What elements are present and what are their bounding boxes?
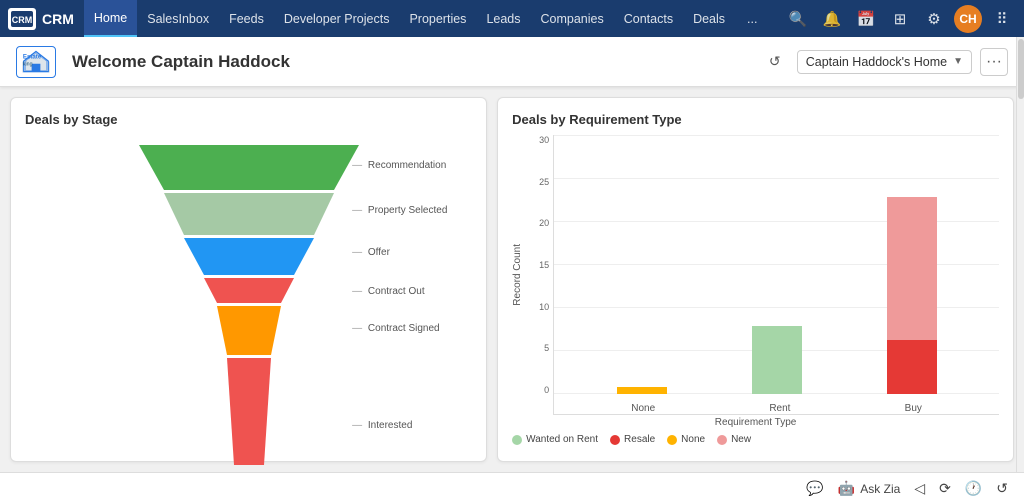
legend-item-none: None: [667, 434, 705, 445]
funnel-label-contract-signed: Contract Signed: [352, 323, 440, 334]
x-label-buy: Buy: [905, 403, 922, 414]
deals-by-req-title: Deals by Requirement Type: [512, 112, 999, 127]
apps-icon[interactable]: ⠿: [988, 5, 1016, 33]
company-logo-image: Estate king: [16, 46, 56, 78]
deals-by-stage-title: Deals by Stage: [25, 112, 472, 127]
bar-segment-buy-new: [887, 197, 937, 340]
nav-menu: Home SalesInbox Feeds Developer Projects…: [84, 0, 784, 37]
nav-logo[interactable]: CRM CRM: [8, 8, 74, 30]
legend-item-wanted-on-rent: Wanted on Rent: [512, 434, 598, 445]
funnel-label-property-selected: Property Selected: [352, 205, 447, 216]
clock-icon: 🕐: [965, 480, 982, 497]
bar-stack-buy: [887, 197, 937, 394]
bar-segment-rent-wanted: [752, 326, 802, 394]
x-axis-title: Requirement Type: [512, 417, 999, 428]
back-icon: ◁: [914, 480, 925, 497]
y-axis-title: Record Count: [512, 244, 523, 306]
ask-zia-button[interactable]: 🤖 Ask Zia: [838, 480, 900, 497]
nav-item-home[interactable]: Home: [84, 0, 137, 37]
options-button[interactable]: ···: [980, 48, 1008, 76]
bar-group-none: [617, 387, 667, 394]
funnel-svg: [109, 135, 389, 465]
legend-color-new: [717, 435, 727, 445]
bar-group-rent: [752, 326, 802, 394]
welcome-message: Welcome Captain Haddock: [72, 52, 761, 72]
footer-bar: 💬 🤖 Ask Zia ◁ ⟳ 🕐 ↺: [0, 472, 1024, 504]
deals-by-req-type-card: Deals by Requirement Type Record Count 0…: [497, 97, 1014, 462]
user-avatar[interactable]: CH: [954, 5, 982, 33]
scrollbar-thumb[interactable]: [1018, 39, 1024, 99]
svg-text:king: king: [23, 61, 33, 67]
nav-item-feeds[interactable]: Feeds: [219, 0, 274, 37]
scrollbar[interactable]: [1016, 37, 1024, 472]
nav-item-more[interactable]: ...: [737, 0, 767, 37]
svg-text:CRM: CRM: [12, 15, 33, 25]
chart-inner: None Rent Buy: [553, 135, 999, 415]
nav-item-developer-projects[interactable]: Developer Projects: [274, 0, 400, 37]
zia-icon: 🤖: [838, 480, 855, 497]
nav-item-properties[interactable]: Properties: [399, 0, 476, 37]
notification-icon[interactable]: 🔔: [818, 5, 846, 33]
nav-item-leads[interactable]: Leads: [476, 0, 530, 37]
chart-legend: Wanted on Rent Resale None New: [512, 434, 999, 445]
crm-logo-icon: CRM: [8, 8, 36, 30]
footer-refresh-button[interactable]: ↺: [996, 480, 1008, 497]
footer-reload-button[interactable]: ⟳: [939, 480, 951, 497]
funnel-label-recommendation: Recommendation: [352, 160, 446, 171]
bar-stack-none: [617, 387, 667, 394]
bars-area: [554, 135, 999, 394]
nav-item-deals[interactable]: Deals: [683, 0, 735, 37]
search-icon[interactable]: 🔍: [784, 5, 812, 33]
company-logo: Estate king: [16, 46, 56, 78]
crm-label: CRM: [42, 11, 74, 27]
bar-group-buy: [887, 197, 937, 394]
bar-stack-rent: [752, 326, 802, 394]
bar-segment-buy-resale: [887, 340, 937, 394]
legend-color-resale: [610, 435, 620, 445]
y-axis-labels: 0 5 10 15 20 25 30: [525, 135, 553, 415]
home-selector-dropdown[interactable]: Captain Haddock's Home ▼: [797, 50, 972, 74]
deals-by-stage-card: Deals by Stage Recommendation: [10, 97, 487, 462]
top-navigation: CRM CRM Home SalesInbox Feeds Developer …: [0, 0, 1024, 37]
chevron-down-icon: ▼: [953, 56, 963, 67]
nav-item-companies[interactable]: Companies: [531, 0, 614, 37]
x-label-none: None: [631, 403, 655, 414]
refresh-button[interactable]: ↺: [761, 48, 789, 76]
x-axis-labels: None Rent Buy: [554, 403, 999, 414]
nav-item-contacts[interactable]: Contacts: [614, 0, 683, 37]
legend-color-none: [667, 435, 677, 445]
grid-icon[interactable]: ⊞: [886, 5, 914, 33]
nav-item-salesinbox[interactable]: SalesInbox: [137, 0, 219, 37]
legend-item-new: New: [717, 434, 751, 445]
chart-area: Record Count 0 5 10 15 20 25 30: [512, 135, 999, 415]
bar-chart: Record Count 0 5 10 15 20 25 30: [512, 135, 999, 445]
refresh2-icon: ↺: [996, 480, 1008, 497]
reload-icon: ⟳: [939, 480, 951, 497]
settings-icon[interactable]: ⚙: [920, 5, 948, 33]
header-bar: Estate king Welcome Captain Haddock ↺ Ca…: [0, 37, 1024, 87]
calendar-icon[interactable]: 📅: [852, 5, 880, 33]
funnel-label-interested: Interested: [352, 420, 412, 431]
funnel-label-contract-out: Contract Out: [352, 286, 424, 297]
funnel-label-offer: Offer: [352, 247, 390, 258]
chat-icon: 💬: [806, 480, 823, 497]
funnel-labels: Recommendation Property Selected Offer C…: [352, 135, 472, 465]
funnel-chart: Recommendation Property Selected Offer C…: [25, 135, 472, 465]
x-label-rent: Rent: [769, 403, 790, 414]
footer-back-button[interactable]: ◁: [914, 480, 925, 497]
footer-chat-icon[interactable]: 💬: [806, 480, 823, 497]
bar-segment-none: [617, 387, 667, 394]
header-right-controls: ↺ Captain Haddock's Home ▼ ···: [761, 48, 1008, 76]
main-content: Deals by Stage Recommendation: [0, 87, 1024, 472]
footer-clock-button[interactable]: 🕐: [965, 480, 982, 497]
svg-text:Estate: Estate: [23, 53, 42, 60]
legend-color-wanted-on-rent: [512, 435, 522, 445]
nav-right-icons: 🔍 🔔 📅 ⊞ ⚙ CH ⠿: [784, 5, 1016, 33]
legend-item-resale: Resale: [610, 434, 655, 445]
